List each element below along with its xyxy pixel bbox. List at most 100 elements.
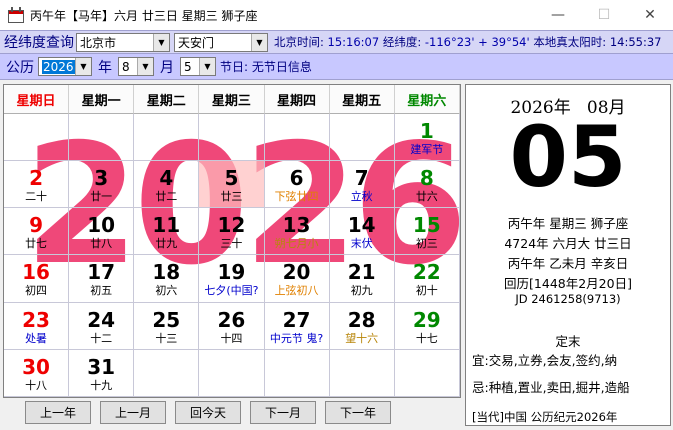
day-cell[interactable]: 27 中元节 鬼? xyxy=(264,302,330,350)
day-cell[interactable]: 29 十七 xyxy=(394,302,460,350)
lunar-label: 廿八 xyxy=(90,237,113,251)
calendar-grid: 星期日 星期一 星期二 星期三 星期四 星期五 星期六 1 建军节 2 二十 3 廿一 4 廿二 5 廿三 6 下弦… xyxy=(4,85,460,397)
month-select[interactable]: 8 ▼ xyxy=(118,57,154,76)
calendar-app-icon xyxy=(8,7,24,23)
next-month-button[interactable]: 下一月 xyxy=(250,400,316,424)
empty-day-cell xyxy=(134,349,200,397)
close-button[interactable]: ✕ xyxy=(627,0,673,30)
solar-time: 14:55:37 xyxy=(609,35,662,49)
weekday-header: 星期六 xyxy=(394,85,460,114)
day-number: 24 xyxy=(87,307,116,332)
day-number: 25 xyxy=(152,307,181,332)
month-calendar: 2026 星期日星期一星期二星期三星期四星期五星期六1建军节2二十3廿一4廿二5… xyxy=(3,84,461,398)
minimize-button[interactable]: — xyxy=(535,0,581,30)
panel-hijri-date: 回历[1448年2月20日] xyxy=(504,276,632,291)
empty-day-cell xyxy=(264,349,330,397)
day-number: 22 xyxy=(412,260,441,285)
lunar-label: 七夕(中国? xyxy=(204,284,259,298)
prev-month-button[interactable]: 上一月 xyxy=(100,400,166,424)
day-number: 11 xyxy=(152,213,181,238)
location-query-label: 经纬度查询 xyxy=(4,35,74,51)
day-cell[interactable]: 23 处暑 xyxy=(4,302,70,350)
day-cell[interactable]: 31 十九 xyxy=(69,349,135,397)
day-cell[interactable]: 5 廿三 xyxy=(199,161,265,209)
lunar-label: 初九 xyxy=(350,284,373,298)
lunar-label: 中元节 鬼? xyxy=(269,331,324,345)
weekday-header: 星期二 xyxy=(134,85,200,114)
day-number: 5 xyxy=(224,166,239,191)
panel-era-footer: [当代]中国 公历纪元2026年 xyxy=(472,410,618,424)
day-cell[interactable]: 15 初三 xyxy=(394,208,460,256)
day-number: 13 xyxy=(282,213,311,238)
date-select-bar: 公历 2026 ▼ 年 8 ▼ 月 5 ▼ 节日: 无节日信息 xyxy=(0,54,673,80)
day-number: 14 xyxy=(347,213,376,238)
day-cell[interactable]: 13 朔七月小 xyxy=(264,208,330,256)
today-button[interactable]: 回今天 xyxy=(175,400,241,424)
day-number: 23 xyxy=(22,307,50,332)
lunar-label: 十四 xyxy=(220,331,243,345)
lunar-label: 末伏 xyxy=(350,237,373,251)
day-number: 3 xyxy=(94,166,109,191)
day-cell[interactable]: 24 十二 xyxy=(69,302,135,350)
window-title: 丙午年【马年】六月 廿三日 星期三 狮子座 xyxy=(30,8,258,23)
day-cell[interactable]: 6 下弦廿四 xyxy=(264,161,330,209)
day-cell[interactable]: 18 初六 xyxy=(134,255,200,303)
title-bar: 丙午年【马年】六月 廿三日 星期三 狮子座 — ☐ ✕ xyxy=(0,0,673,30)
day-cell[interactable]: 17 初五 xyxy=(69,255,135,303)
solar-time-label: 本地真太阳时: xyxy=(533,35,607,49)
time-label: 北京时间: xyxy=(274,35,324,49)
lunar-label: 二十 xyxy=(25,190,48,204)
day-cell[interactable]: 8 廿六 xyxy=(394,161,460,209)
day-cell[interactable]: 11 廿九 xyxy=(134,208,200,256)
day-cell[interactable]: 3 廿一 xyxy=(69,161,135,209)
day-cell[interactable]: 7 立秋 xyxy=(329,161,395,209)
day-number: 9 xyxy=(29,213,44,238)
day-cell[interactable]: 22 初十 xyxy=(394,255,460,303)
lunar-label: 初三 xyxy=(415,237,438,251)
day-cell[interactable]: 16 初四 xyxy=(4,255,70,303)
day-cell[interactable]: 30 十八 xyxy=(4,349,70,397)
day-cell[interactable]: 28 望十六 xyxy=(329,302,395,350)
day-number: 1 xyxy=(419,119,434,143)
year-select[interactable]: 2026 ▼ xyxy=(38,57,92,76)
panel-lunar-date: 4724年 六月大 廿三日 xyxy=(504,236,632,251)
day-cell[interactable]: 2 二十 xyxy=(4,161,70,209)
day-number: 30 xyxy=(22,354,50,379)
day-cell[interactable]: 19 七夕(中国? xyxy=(199,255,265,303)
day-cell[interactable]: 9 廿七 xyxy=(4,208,70,256)
lunar-label: 处暑 xyxy=(25,331,48,345)
lunar-label: 十七 xyxy=(415,331,438,345)
empty-day-cell xyxy=(264,114,330,162)
panel-avoid: 忌:种植,置业,卖田,掘井,造船 xyxy=(472,380,630,395)
empty-day-cell xyxy=(199,114,265,162)
district-select[interactable]: 天安门 ▼ xyxy=(174,32,268,52)
day-number: 15 xyxy=(412,213,441,238)
day-cell[interactable]: 1 建军节 xyxy=(394,114,460,162)
year-unit: 年 xyxy=(98,59,112,76)
day-number: 4 xyxy=(159,166,174,191)
day-number: 31 xyxy=(87,354,116,379)
empty-day-cell xyxy=(69,114,135,162)
day-number: 2 xyxy=(29,166,44,191)
day-cell[interactable]: 20 上弦初八 xyxy=(264,255,330,303)
day-cell[interactable]: 4 廿二 xyxy=(134,161,200,209)
lunar-label: 十九 xyxy=(90,378,113,392)
gregorian-label: 公历 xyxy=(6,59,34,76)
lunar-label: 立秋 xyxy=(350,190,373,204)
day-cell[interactable]: 25 十三 xyxy=(134,302,200,350)
city-select[interactable]: 北京市 ▼ xyxy=(76,32,170,52)
day-number: 29 xyxy=(412,307,441,332)
prev-year-button[interactable]: 上一年 xyxy=(25,400,91,424)
day-number: 27 xyxy=(282,307,311,332)
day-cell[interactable]: 10 廿八 xyxy=(69,208,135,256)
day-cell[interactable]: 21 初九 xyxy=(329,255,395,303)
weekday-header: 星期三 xyxy=(199,85,265,114)
day-number: 21 xyxy=(347,260,376,285)
next-year-button[interactable]: 下一年 xyxy=(325,400,391,424)
day-select[interactable]: 5 ▼ xyxy=(180,57,216,76)
day-cell[interactable]: 12 三十 xyxy=(199,208,265,256)
day-number: 6 xyxy=(289,166,304,191)
day-cell[interactable]: 26 十四 xyxy=(199,302,265,350)
maximize-button[interactable]: ☐ xyxy=(581,0,627,30)
day-cell[interactable]: 14 末伏 xyxy=(329,208,395,256)
